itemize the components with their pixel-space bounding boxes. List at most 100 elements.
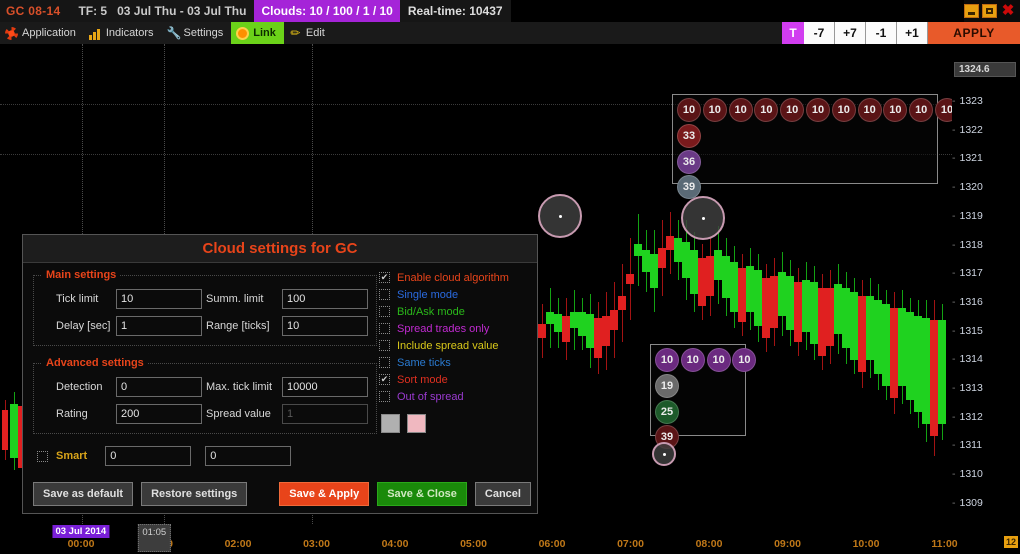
option-row[interactable]: Single mode	[379, 286, 529, 303]
cloud-bubble[interactable]: 10	[883, 98, 908, 122]
cloud-bubble[interactable]: 10	[857, 98, 882, 122]
restore-settings-button[interactable]: Restore settings	[141, 482, 248, 506]
save-close-button[interactable]: Save & Close	[377, 482, 467, 506]
stepper-minus-7[interactable]: -7	[804, 22, 835, 44]
max-tick-limit-input[interactable]	[282, 377, 368, 397]
cancel-button[interactable]: Cancel	[474, 482, 531, 506]
cloud-bubble[interactable]: 10	[780, 98, 805, 122]
candle-body	[866, 296, 874, 360]
candlestick	[834, 264, 842, 354]
cloud-box-bottom[interactable]: 10 10 10 10 19 25 39	[650, 344, 757, 450]
cloud-bubble[interactable]: 36	[677, 149, 701, 174]
cloud-bubble[interactable]: 10	[935, 98, 952, 122]
cloud-bubble[interactable]: 10	[702, 98, 727, 122]
candlestick	[562, 298, 570, 360]
candlestick	[802, 262, 810, 350]
cloud-bubble[interactable]: 10	[806, 98, 830, 122]
tick-limit-input[interactable]	[116, 289, 202, 309]
cloud-bubble[interactable]: 19	[655, 373, 679, 398]
cloud-bubble[interactable]: 25	[655, 399, 679, 424]
option-checkbox[interactable]	[379, 374, 390, 385]
candle-body	[642, 250, 650, 272]
stepper-plus-7[interactable]: +7	[835, 22, 866, 44]
option-checkbox[interactable]	[379, 323, 390, 334]
cloud-bubble[interactable]: 10	[909, 98, 934, 122]
candle-body	[850, 292, 858, 360]
option-checkbox[interactable]	[379, 340, 390, 351]
option-checkbox[interactable]	[379, 306, 390, 317]
option-label: Bid/Ask mode	[397, 305, 465, 318]
save-as-default-button[interactable]: Save as default	[33, 482, 134, 506]
cloud-bubble[interactable]: 33	[677, 123, 701, 148]
toolbar-item-application[interactable]: Application	[0, 22, 84, 44]
option-checkbox[interactable]	[379, 272, 390, 283]
time-tick-label: 05:00	[460, 538, 487, 550]
smart-value-2-input[interactable]	[205, 446, 292, 466]
price-tick: -1312	[952, 411, 1020, 423]
cloud-bubble[interactable]: 10	[831, 98, 856, 122]
advanced-settings-row-1: Detection Max. tick limit	[42, 377, 368, 397]
smart-label: Smart	[56, 450, 88, 462]
toolbar-item-edit[interactable]: ✏ Edit	[284, 22, 333, 44]
stepper-minus-1[interactable]: -1	[866, 22, 897, 44]
toolbar-item-link[interactable]: Link	[231, 22, 284, 44]
cloud-bubble[interactable]: 10	[706, 348, 731, 372]
t-toggle-button[interactable]: T	[782, 22, 804, 44]
candlestick	[866, 278, 874, 378]
candle-body	[882, 304, 890, 386]
price-tick-dash: -	[952, 324, 956, 337]
candlestick	[826, 270, 834, 364]
toolbar-label-settings: Settings	[183, 27, 224, 39]
maximize-icon[interactable]	[982, 4, 997, 18]
cloud-bubble[interactable]: 10	[677, 98, 701, 122]
option-row[interactable]: Bid/Ask mode	[379, 303, 529, 320]
price-tick-dash: -	[952, 209, 956, 222]
candle-body	[826, 288, 834, 346]
toolbar-item-settings[interactable]: 🔧 Settings	[162, 22, 232, 44]
smart-value-1-input[interactable]	[105, 446, 192, 466]
delay-sec-input[interactable]	[116, 316, 202, 336]
toolbar-item-indicators[interactable]: Indicators	[84, 22, 162, 44]
cloud-box-top[interactable]: 10 10 10 10 10 10 10 10 10 10 10 33 36 39	[672, 94, 952, 200]
candlestick	[706, 236, 714, 316]
cloud-bubble[interactable]: 10	[732, 348, 757, 372]
cloud-bubble[interactable]: 10	[655, 348, 679, 372]
candlestick	[890, 292, 898, 414]
candle-body	[10, 404, 18, 458]
save-apply-button[interactable]: Save & Apply	[279, 482, 370, 506]
option-row[interactable]: Out of spread	[379, 388, 529, 405]
option-checkbox[interactable]	[379, 289, 390, 300]
option-row[interactable]: Enable cloud algorithm	[379, 269, 529, 286]
option-row[interactable]: Sort mode	[379, 371, 529, 388]
option-row[interactable]: Spread trades only	[379, 320, 529, 337]
toolbar-label-application: Application	[22, 27, 76, 39]
rating-input[interactable]	[116, 404, 202, 424]
candlestick	[770, 258, 778, 346]
option-checkbox[interactable]	[379, 357, 390, 368]
dialog-left-column: Main settings Tick limit Summ. limit Del…	[33, 269, 377, 466]
option-row[interactable]: Same ticks	[379, 354, 529, 371]
cloud-bubble[interactable]: 10	[754, 98, 779, 122]
price-axis[interactable]: -1323-1322-1321-1320-1319-1318-1317-1316…	[952, 44, 1020, 524]
cloud-color-pink[interactable]	[407, 414, 426, 433]
close-icon[interactable]: ✖	[1000, 3, 1016, 19]
detection-input[interactable]	[116, 377, 202, 397]
minimize-icon[interactable]	[964, 4, 979, 18]
cloud-bubble[interactable]: 10	[728, 98, 753, 122]
cloud-bubble[interactable]: 10	[680, 348, 705, 372]
price-tick: -1317	[952, 267, 1020, 279]
option-checkbox[interactable]	[379, 391, 390, 402]
range-ticks-input[interactable]	[282, 316, 368, 336]
summ-limit-input[interactable]	[282, 289, 368, 309]
candle-body	[666, 236, 674, 250]
candle-body	[730, 262, 738, 312]
time-axis[interactable]: 00:0001:0002:0003:0004:0005:0006:0007:00…	[0, 524, 1020, 554]
smart-checkbox[interactable]	[37, 450, 48, 462]
spread-value-input[interactable]	[282, 404, 368, 424]
cloud-color-gray[interactable]	[381, 414, 400, 433]
time-tick-label: 02:00	[224, 538, 252, 550]
stepper-plus-1[interactable]: +1	[897, 22, 928, 44]
option-row[interactable]: Include spread value	[379, 337, 529, 354]
apply-button[interactable]: APPLY	[928, 22, 1020, 44]
cloud-settings-dialog[interactable]: Cloud settings for GC Main settings Tick…	[22, 234, 538, 514]
